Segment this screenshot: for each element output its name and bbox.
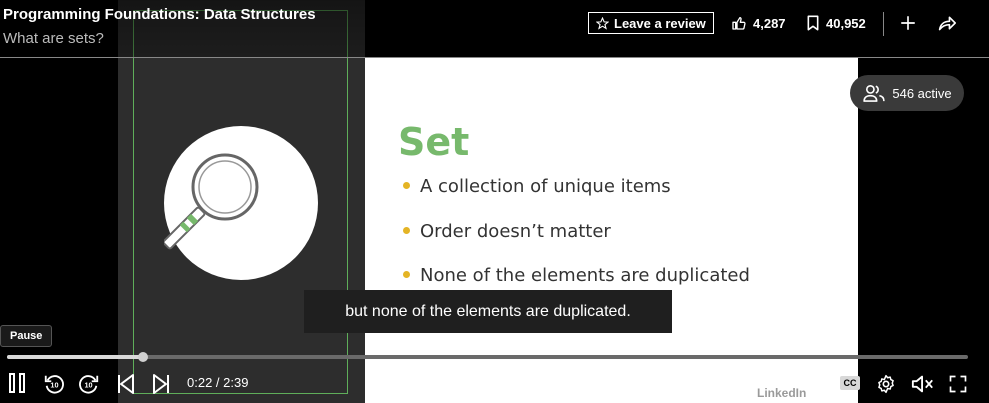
pause-icon (9, 373, 25, 393)
like-button[interactable]: 4,287 (731, 15, 786, 31)
fullscreen-icon (949, 375, 967, 393)
active-viewers-badge: 546 active (850, 75, 964, 111)
skip-back-button[interactable]: 10 (43, 373, 65, 395)
playback-speed-button[interactable]: 1x (807, 376, 821, 391)
slide-bullet-text: A collection of unique items (420, 176, 671, 197)
pause-tooltip: Pause (0, 325, 53, 347)
slide-heading: Set (398, 120, 470, 164)
bullet-dot (403, 181, 410, 189)
pause-button[interactable] (7, 373, 27, 393)
magnifier-icon (164, 153, 259, 250)
save-count: 40,952 (826, 15, 866, 31)
top-bar-divider (0, 57, 989, 58)
slide-bullet-text: None of the elements are duplicated (420, 265, 750, 286)
plus-icon (901, 16, 915, 30)
progress-fill (7, 355, 143, 359)
slide-bullet: Order doesn’t matter (403, 221, 611, 242)
forward-10-icon: 10 (79, 375, 99, 394)
bookmark-icon (807, 15, 819, 31)
slide-bullet: A collection of unique items (403, 176, 671, 197)
skip-back-label: 10 (50, 381, 58, 390)
bullet-dot (403, 226, 410, 234)
time-display: 0:22 / 2:39 (187, 375, 249, 390)
gear-icon (878, 374, 894, 394)
magnifier-illustration (164, 126, 318, 280)
progress-bar[interactable] (7, 352, 968, 362)
header-divider (883, 12, 884, 36)
thumbs-up-icon (732, 17, 746, 30)
skip-previous-icon (118, 374, 134, 394)
add-button[interactable] (899, 14, 917, 37)
video-area[interactable]: Set A collection of unique items Order d… (0, 0, 989, 403)
like-count: 4,287 (753, 15, 786, 31)
video-title: What are sets? (3, 30, 104, 47)
bullet-dot (403, 270, 410, 278)
skip-forward-button[interactable]: 10 (78, 373, 100, 395)
tooltip-text: Pause (10, 330, 43, 342)
star-icon (596, 16, 609, 30)
fullscreen-button[interactable] (947, 373, 969, 395)
save-button[interactable]: 40,952 (806, 15, 866, 31)
course-title: Programming Foundations: Data Structures (3, 6, 316, 23)
progress-scrubber[interactable] (137, 352, 148, 362)
leave-review-button[interactable]: Leave a review (588, 12, 714, 34)
previous-video-button[interactable] (116, 373, 136, 395)
caption-text: but none of the elements are duplicated. (345, 302, 631, 320)
skip-forward-label: 10 (84, 381, 92, 390)
linkedin-watermark: LinkedIn (757, 386, 807, 400)
next-video-button[interactable] (151, 373, 171, 395)
closed-captions-button[interactable]: CC (840, 376, 860, 390)
share-button[interactable] (937, 14, 957, 37)
caption-box: but none of the elements are duplicated. (304, 290, 672, 333)
slide-bullet: None of the elements are duplicated (403, 265, 750, 286)
share-arrow-icon (938, 16, 956, 31)
users-icon (863, 84, 886, 102)
cc-label: CC (843, 378, 857, 388)
leave-review-label: Leave a review (614, 15, 706, 31)
settings-button[interactable] (875, 373, 897, 395)
rewind-10-icon: 10 (44, 375, 64, 394)
skip-next-icon (153, 374, 169, 394)
slide-bullet-text: Order doesn’t matter (420, 221, 611, 242)
mute-button[interactable] (911, 373, 935, 395)
active-viewers-label: 546 active (892, 85, 952, 101)
volume-muted-icon (911, 375, 933, 393)
